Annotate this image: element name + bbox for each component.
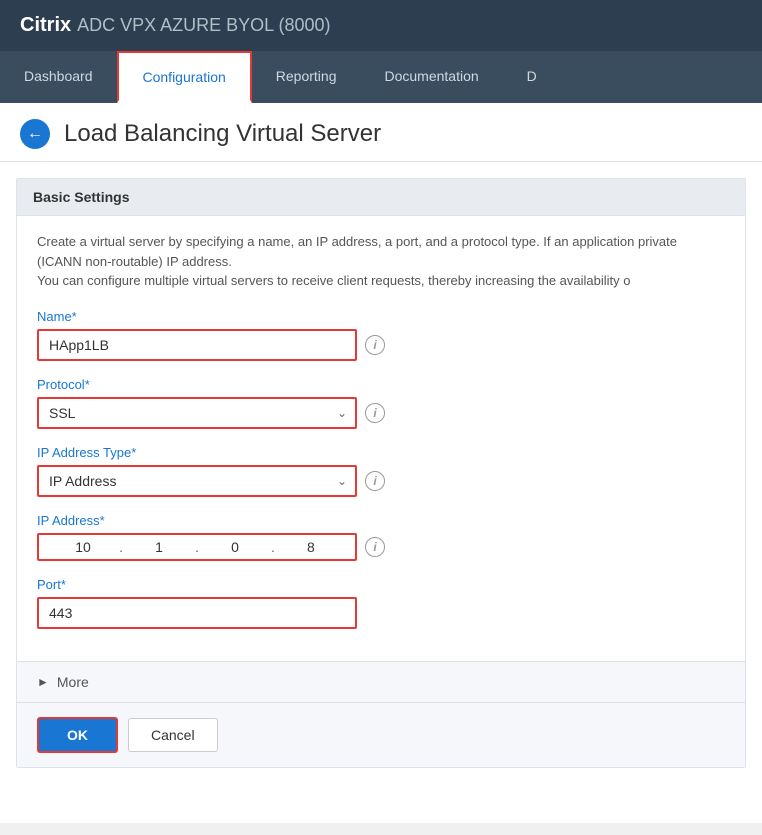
protocol-field-group: Protocol* SSL HTTP HTTPS TCP UDP ⌄ i bbox=[37, 377, 725, 429]
navigation: Dashboard Configuration Reporting Docume… bbox=[0, 51, 762, 103]
protocol-field-row: SSL HTTP HTTPS TCP UDP ⌄ i bbox=[37, 397, 725, 429]
more-label: More bbox=[57, 674, 89, 690]
ip-address-label: IP Address* bbox=[37, 513, 725, 528]
page-header: ← Load Balancing Virtual Server bbox=[0, 103, 762, 162]
cancel-button[interactable]: Cancel bbox=[128, 718, 218, 752]
back-button[interactable]: ← bbox=[20, 119, 50, 149]
ip-address-type-label: IP Address Type* bbox=[37, 445, 725, 460]
brand: Citrix ADC VPX AZURE BYOL (8000) bbox=[20, 14, 331, 37]
ip-octet4-input[interactable] bbox=[277, 539, 345, 555]
port-field-group: Port* bbox=[37, 577, 725, 629]
ip-type-info-icon[interactable]: i bbox=[365, 471, 385, 491]
ip-octet1-input[interactable] bbox=[49, 539, 117, 555]
button-row: OK Cancel bbox=[17, 702, 745, 767]
ip-input-group: . . . bbox=[37, 533, 357, 561]
section-header: Basic Settings bbox=[17, 179, 745, 216]
more-section[interactable]: ► More bbox=[17, 661, 745, 702]
nav-item-documentation[interactable]: Documentation bbox=[360, 51, 502, 103]
brand-title: ADC VPX AZURE BYOL (8000) bbox=[77, 15, 330, 36]
protocol-label: Protocol* bbox=[37, 377, 725, 392]
ip-dot-2: . bbox=[193, 539, 201, 555]
name-field-group: Name* i bbox=[37, 309, 725, 361]
ip-address-field-group: IP Address* . . . i bbox=[37, 513, 725, 561]
ip-octet3-input[interactable] bbox=[201, 539, 269, 555]
ip-address-type-field-group: IP Address Type* IP Address Non Addressa… bbox=[37, 445, 725, 497]
port-input[interactable] bbox=[37, 597, 357, 629]
name-input[interactable] bbox=[37, 329, 357, 361]
more-chevron-icon: ► bbox=[37, 675, 49, 689]
ip-address-info-icon[interactable]: i bbox=[365, 537, 385, 557]
ip-address-type-select[interactable]: IP Address Non Addressable Wild Card bbox=[37, 465, 357, 497]
name-info-icon[interactable]: i bbox=[365, 335, 385, 355]
ip-address-field-row: . . . i bbox=[37, 533, 725, 561]
back-arrow-icon: ← bbox=[27, 126, 43, 142]
ip-dot-3: . bbox=[269, 539, 277, 555]
description-text: Create a virtual server by specifying a … bbox=[37, 232, 725, 291]
ip-octet2-input[interactable] bbox=[125, 539, 193, 555]
nav-item-d[interactable]: D bbox=[503, 51, 561, 103]
header: Citrix ADC VPX AZURE BYOL (8000) bbox=[0, 0, 762, 51]
ip-address-type-select-wrapper: IP Address Non Addressable Wild Card ⌄ bbox=[37, 465, 357, 497]
name-label: Name* bbox=[37, 309, 725, 324]
nav-item-reporting[interactable]: Reporting bbox=[252, 51, 361, 103]
protocol-info-icon[interactable]: i bbox=[365, 403, 385, 423]
protocol-select[interactable]: SSL HTTP HTTPS TCP UDP bbox=[37, 397, 357, 429]
ip-address-type-field-row: IP Address Non Addressable Wild Card ⌄ i bbox=[37, 465, 725, 497]
section-title: Basic Settings bbox=[33, 189, 129, 205]
form-container: Basic Settings Create a virtual server b… bbox=[16, 178, 746, 768]
nav-item-dashboard[interactable]: Dashboard bbox=[0, 51, 117, 103]
nav-item-configuration[interactable]: Configuration bbox=[117, 51, 252, 103]
brand-citrix: Citrix bbox=[20, 14, 71, 37]
section-body: Create a virtual server by specifying a … bbox=[17, 216, 745, 661]
ip-dot-1: . bbox=[117, 539, 125, 555]
page-title: Load Balancing Virtual Server bbox=[64, 120, 381, 148]
name-field-row: i bbox=[37, 329, 725, 361]
protocol-select-wrapper: SSL HTTP HTTPS TCP UDP ⌄ bbox=[37, 397, 357, 429]
ok-button[interactable]: OK bbox=[37, 717, 118, 753]
port-label: Port* bbox=[37, 577, 725, 592]
page-content: ← Load Balancing Virtual Server Basic Se… bbox=[0, 103, 762, 823]
